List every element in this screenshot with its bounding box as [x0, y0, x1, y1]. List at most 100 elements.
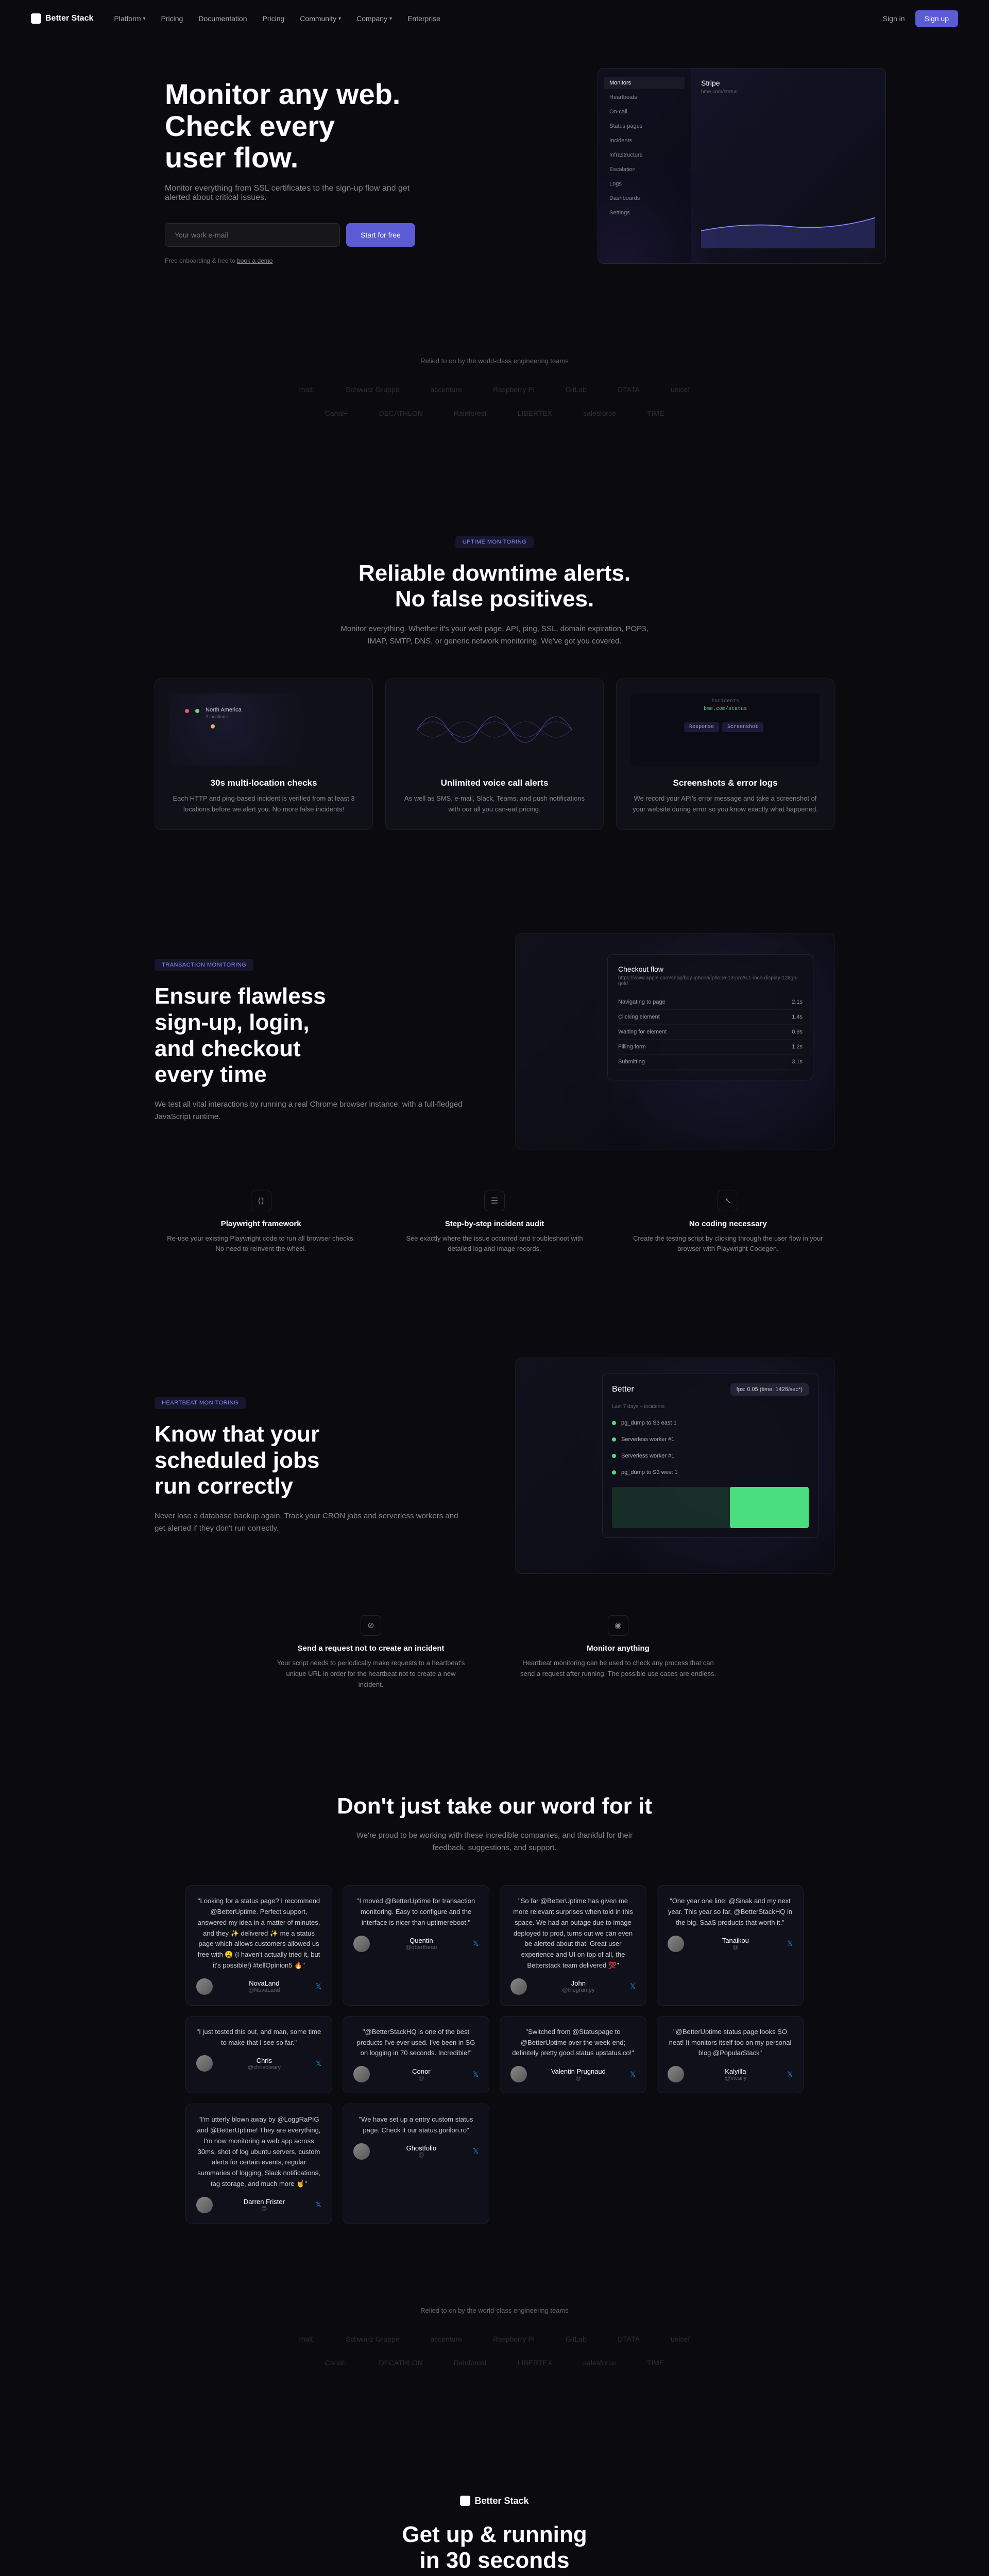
card-desc: We record your API's error message and t… — [631, 793, 820, 815]
nav-company[interactable]: Company▾ — [356, 14, 392, 23]
heartbeat-mockup: Better fps: 0.05 (time: 1426/sec*) Last … — [602, 1374, 819, 1538]
start-free-button[interactable]: Start for free — [346, 223, 415, 247]
transaction-section: Transaction Monitoring Ensure flawless s… — [124, 882, 865, 1307]
tweet-card[interactable]: "I just tested this out, and man, some t… — [185, 2016, 332, 2093]
tweet-card[interactable]: "@BetterStackHQ is one of the best produ… — [343, 2016, 489, 2093]
tweet-author: Ghostfolio @ 𝕏 — [353, 2143, 479, 2160]
tweet-text: "@BetterUptime status page looks SO neat… — [668, 2027, 793, 2059]
heartbeat-section: Heartbeat Monitoring Know that your sche… — [124, 1306, 865, 1741]
feature-title: Monitor anything — [520, 1644, 716, 1653]
email-input[interactable] — [165, 223, 340, 247]
logos-row-2: Canal+ DECATHLON Rainforest LIBERTEX sal… — [185, 409, 804, 417]
heartbeat-text: Heartbeat Monitoring Know that your sche… — [155, 1397, 474, 1535]
author-handle: @qbertheau — [375, 1944, 468, 1951]
signup-button[interactable]: Sign up — [915, 10, 958, 27]
chevron-down-icon: ▾ — [389, 16, 392, 22]
chevron-down-icon: ▾ — [143, 16, 146, 22]
map-visual: North America 2 locations — [169, 693, 358, 766]
mockup-sidebar: Monitors Heartbeats On-call Status pages… — [598, 69, 691, 263]
tweet-card[interactable]: "So far @BetterUptime has given me more … — [500, 1885, 646, 2006]
book-demo-link[interactable]: book a demo — [237, 257, 272, 264]
author-name: John — [532, 1979, 625, 1987]
status-dot — [612, 1437, 616, 1442]
nav-pricing[interactable]: Pricing — [161, 14, 183, 23]
tweet-card[interactable]: "I moved @BetterUptime for transaction m… — [343, 1885, 489, 2006]
header: Better Stack Platform▾ Pricing Documenta… — [0, 0, 989, 37]
transaction-badge: Transaction Monitoring — [155, 959, 253, 971]
heartbeat-two-col: Heartbeat Monitoring Know that your sche… — [155, 1358, 834, 1574]
avatar — [668, 1936, 684, 1952]
client-logo: unicef — [671, 385, 690, 394]
client-logo: accenture — [430, 385, 462, 394]
author-name: Quentin — [375, 1937, 468, 1944]
tweet-card[interactable]: "@BetterUptime status page looks SO neat… — [657, 2016, 804, 2093]
hero-form: Start for free — [165, 223, 474, 247]
hero-dashboard-mockup: Monitors Heartbeats On-call Status pages… — [598, 68, 886, 264]
tweet-author: Valentin Prugnaud @ 𝕏 — [510, 2066, 636, 2082]
transaction-features: ⟨⟩ Playwright framework Re-use your exis… — [155, 1191, 834, 1255]
logos-row-1: malt. Schwarz Gruppe accenture Raspberry… — [185, 385, 804, 394]
checkout-row: Filling form1.2s — [618, 1040, 803, 1055]
mockup-nav-item: Escalation — [604, 163, 685, 176]
feature-title: No coding necessary — [632, 1219, 824, 1228]
transaction-text: Transaction Monitoring Ensure flawless s… — [155, 959, 474, 1123]
client-logo: Rainforest — [454, 409, 487, 417]
client-logo: DTATA — [618, 2335, 640, 2343]
avatar — [510, 2066, 527, 2082]
nav-docs[interactable]: Documentation — [198, 14, 247, 23]
feature-playwright: ⟨⟩ Playwright framework Re-use your exis… — [155, 1191, 367, 1255]
logos-row-1: malt. Schwarz Gruppe accenture Raspberry… — [185, 2335, 804, 2343]
chevron-down-icon: ▾ — [338, 16, 341, 22]
author-name: Darren Frister — [218, 2198, 311, 2206]
mockup-nav-item: Logs — [604, 178, 685, 190]
transaction-title: Ensure flawless sign-up, login, and chec… — [155, 984, 474, 1088]
trusted-label: Relied to on by the world-class engineer… — [0, 2307, 989, 2314]
hb-header: Better fps: 0.05 (time: 1426/sec*) — [612, 1383, 809, 1396]
nav-enterprise[interactable]: Enterprise — [407, 14, 440, 23]
card-desc: As well as SMS, e-mail, Slack, Teams, an… — [400, 793, 589, 815]
author-handle: @ — [375, 2152, 468, 2158]
hb-title: Better — [612, 1385, 634, 1394]
signin-link[interactable]: Sign in — [883, 14, 905, 23]
header-right: Sign in Sign up — [883, 10, 958, 27]
card-title: 30s multi-location checks — [169, 778, 358, 788]
status-dot — [612, 1470, 616, 1475]
twitter-icon: 𝕏 — [316, 2059, 321, 2068]
heartbeat-badge: Heartbeat Monitoring — [155, 1397, 246, 1409]
card-multilocation: North America 2 locations 30s multi-loca… — [155, 679, 373, 830]
mockup-url: bme.com/status — [701, 89, 875, 95]
nav-community[interactable]: Community▾ — [300, 14, 341, 23]
status-dot — [612, 1421, 616, 1425]
client-logo: TIME — [647, 409, 664, 417]
mockup-nav-item: Monitors — [604, 77, 685, 89]
twitter-icon: 𝕏 — [316, 1982, 321, 1991]
cursor-icon: ↖ — [718, 1191, 738, 1211]
trusted-label: Relied to on by the world-class engineer… — [0, 357, 989, 365]
tweet-card[interactable]: "I'm utterly blown away by @LoggRaPIG an… — [185, 2104, 332, 2224]
nav-pricing2[interactable]: Pricing — [263, 14, 285, 23]
nav-platform[interactable]: Platform▾ — [114, 14, 145, 23]
card-title: Screenshots & error logs — [631, 778, 820, 788]
slash-icon: ⊘ — [361, 1615, 381, 1636]
avatar — [353, 1936, 370, 1952]
hb-item: Serverless worker #1 — [612, 1431, 809, 1448]
tweet-card[interactable]: "We have set up a entry custom status pa… — [343, 2104, 489, 2224]
author-handle: @ — [689, 1944, 782, 1951]
twitter-icon: 𝕏 — [787, 2070, 793, 2079]
cta-section: Better Stack Get up & runningin 30 secon… — [0, 2434, 989, 2576]
author-name: Valentin Prugnaud — [532, 2067, 625, 2075]
tweet-author: Tanaikou @ 𝕏 — [668, 1936, 793, 1952]
heartbeat-visual: Better fps: 0.05 (time: 1426/sec*) Last … — [515, 1358, 834, 1574]
uptime-badge: Uptime Monitoring — [455, 536, 534, 548]
hero-content: Monitor any web. Check every user flow. … — [165, 78, 474, 264]
tweet-card[interactable]: "Switched from @Statuspage to @BetterUpt… — [500, 2016, 646, 2093]
avatar — [196, 2197, 213, 2213]
testimonials-section: Don't just take our word for it We're pr… — [0, 1742, 989, 2276]
brand-logo[interactable]: Better Stack — [31, 13, 93, 24]
card-screenshots: Incidents bme.com/status ResponseScreens… — [616, 679, 834, 830]
hb-dropdown: Last 7 days + incidents — [612, 1404, 809, 1410]
tweet-card[interactable]: "Looking for a status page? I recommend … — [185, 1885, 332, 2006]
tweet-card[interactable]: "One year one line: @Sinak and my next y… — [657, 1885, 804, 2006]
twitter-icon: 𝕏 — [316, 2200, 321, 2209]
log-url: bme.com/status — [636, 706, 814, 712]
